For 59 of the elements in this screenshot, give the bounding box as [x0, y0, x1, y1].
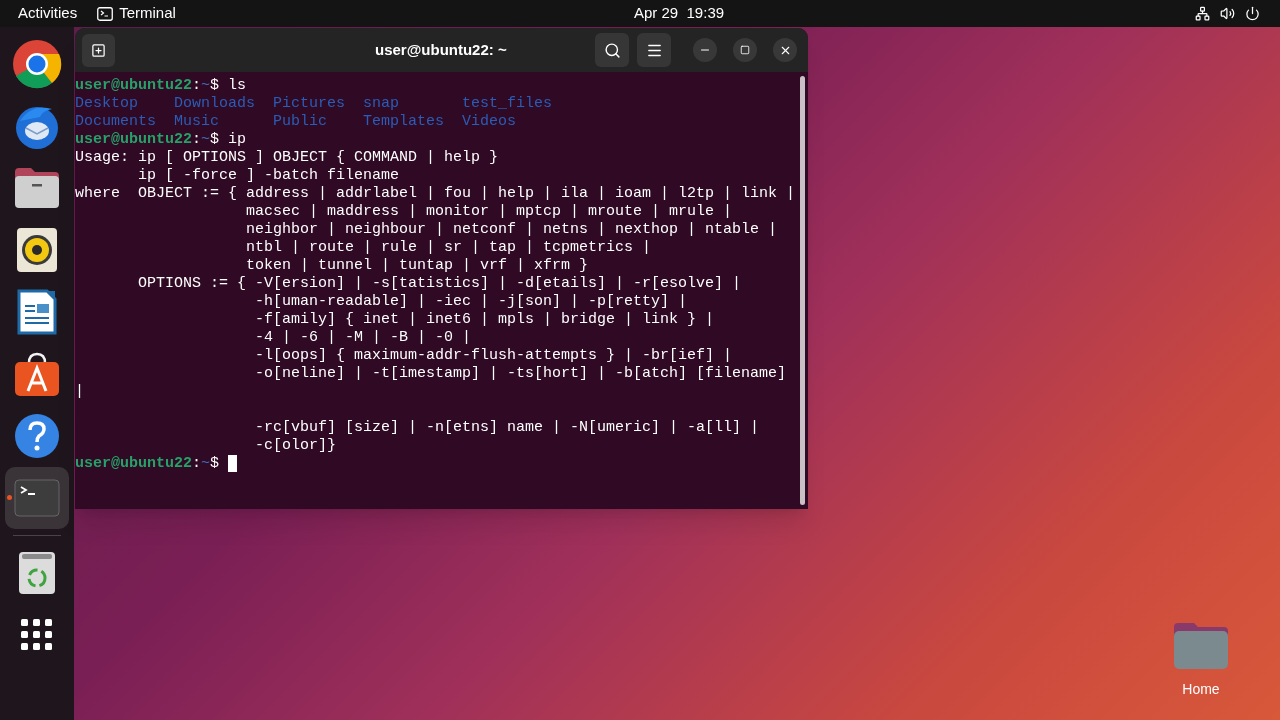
document-icon[interactable] [17, 289, 57, 335]
shell-prompt: user@ubuntu22:~$ [75, 77, 220, 95]
menu-button[interactable] [637, 33, 671, 67]
clock-label[interactable]: Apr 29 19:39 [634, 2, 725, 25]
activities-button[interactable]: Activities [18, 2, 78, 25]
output-line: token | tunnel | tuntap | vrf | xfrm } [245, 257, 589, 275]
shopping-bag-icon[interactable] [14, 351, 60, 397]
output-line: | [75, 383, 84, 401]
terminal-icon [97, 6, 114, 21]
browser-icon[interactable] [12, 39, 62, 89]
plus-square-icon [91, 42, 106, 58]
speaker-icon[interactable] [16, 227, 58, 273]
desktop-icon-label[interactable]: Home [1182, 679, 1220, 700]
minimize-button[interactable] [693, 38, 717, 62]
command-text: ls [228, 77, 247, 95]
maximize-button[interactable] [733, 38, 757, 62]
search-icon [603, 41, 621, 59]
output-line: -o[neline] | -t[imestamp] | -ts[hort] | -b[atch] [filename] [254, 365, 787, 383]
output-line: ip [ -force ] -batch filename [137, 167, 400, 185]
running-indicator [7, 495, 12, 500]
directory-name: snap [363, 95, 400, 113]
output-line: Usage: ip [ OPTIONS ] OBJECT { COMMAND | help } [75, 149, 499, 167]
shell-prompt: user@ubuntu22:~$ [75, 131, 220, 149]
power-icon[interactable] [1245, 6, 1260, 21]
app-grid-icon[interactable] [21, 619, 53, 651]
output-line: macsec | maddress | monitor | mptcp | mroute | mrule | [245, 203, 733, 221]
volume-icon[interactable] [1220, 6, 1235, 21]
close-button[interactable] [773, 38, 797, 62]
directory-name: Desktop [75, 95, 139, 113]
window-title: user@ubuntu22: ~ [375, 39, 507, 60]
output-line: OPTIONS := { -V[ersion] | -s[tatistics] | -d[etails] | -r[esolve] | [137, 275, 742, 293]
directory-name: Public [273, 113, 328, 131]
directory-name: Templates [363, 113, 445, 131]
directory-name: Pictures [273, 95, 346, 113]
output-line: -l[oops] { maximum-addr-flush-attempts } | -br[ief] | [254, 347, 733, 365]
output-line: -f[amily] { inet | inet6 | mpls | bridge | link } | [254, 311, 715, 329]
maximize-icon [740, 45, 750, 55]
search-button[interactable] [595, 33, 629, 67]
output-line: -c[olor]} [254, 437, 337, 455]
directory-name: Videos [462, 113, 517, 131]
output-line: -h[uman-readable] | -iec | -j[son] | -p[retty] | [254, 293, 688, 311]
output-line: neighbor | neighbour | netconf | netns | nexthop | ntable | [245, 221, 778, 239]
new-tab-button[interactable] [82, 33, 115, 67]
trash-icon[interactable] [18, 551, 56, 595]
terminal-icon[interactable] [14, 479, 60, 517]
directory-name: Documents [75, 113, 157, 131]
directory-name: Music [174, 113, 220, 131]
app-menu-label[interactable]: Terminal [119, 2, 176, 25]
directory-name: Downloads [174, 95, 256, 113]
command-text: ip [228, 131, 247, 149]
output-line: -rc[vbuf] [size] | -n[etns] name | -N[umeric] | -a[ll] | [254, 419, 760, 437]
output-line: where OBJECT := { address | addrlabel | fou | help | ila | ioam | l2tp | link | [75, 185, 796, 203]
help-icon[interactable] [14, 413, 60, 459]
output-line: ntbl | route | rule | sr | tap | tcpmetrics | [245, 239, 652, 257]
directory-name: test_files [462, 95, 553, 113]
network-icon[interactable] [1195, 6, 1210, 21]
folder-icon[interactable] [13, 166, 61, 210]
output-line: -4 | -6 | -M | -B | -0 | [254, 329, 472, 347]
shell-prompt: user@ubuntu22:~$ [75, 455, 220, 473]
